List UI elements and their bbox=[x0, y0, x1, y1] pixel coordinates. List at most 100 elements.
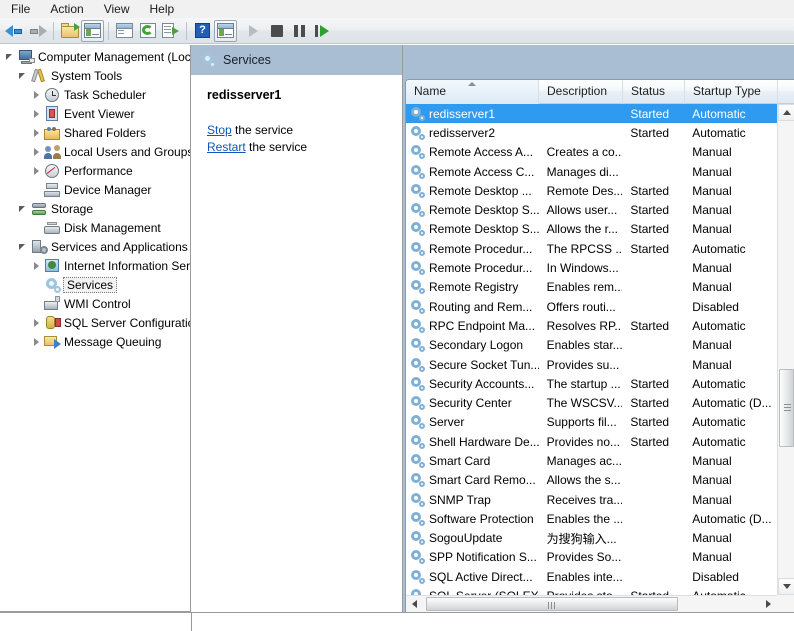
back-button[interactable] bbox=[3, 20, 26, 42]
refresh-button[interactable] bbox=[136, 20, 159, 42]
menu-help[interactable]: Help bbox=[141, 1, 184, 18]
column-header-label: Startup Type bbox=[693, 84, 761, 98]
horizontal-scrollbar[interactable] bbox=[406, 595, 777, 612]
table-row[interactable]: Secondary Logon Enables star... Manual bbox=[406, 336, 777, 355]
scroll-left-button[interactable] bbox=[406, 596, 423, 612]
tree-item-sql-server-configuratic[interactable]: SQL Server Configuratic bbox=[0, 313, 190, 332]
table-row[interactable]: Remote Procedur... In Windows... Manual bbox=[406, 258, 777, 277]
tree-item-local-users-and-groups[interactable]: Local Users and Groups bbox=[0, 142, 190, 161]
restart-service-text: the service bbox=[245, 140, 308, 154]
stop-service-link[interactable]: Stop bbox=[207, 123, 232, 137]
stop-service-button[interactable] bbox=[265, 20, 288, 42]
service-name-label: Software Protection bbox=[429, 511, 534, 526]
service-name-cell: Remote Procedur... bbox=[406, 241, 539, 256]
table-row[interactable]: SogouUpdate 为搜狗输入... Manual bbox=[406, 529, 777, 548]
table-row[interactable]: SQL Active Direct... Enables inte... Disab… bbox=[406, 567, 777, 586]
export-list-button[interactable] bbox=[159, 20, 182, 42]
tree-item-computer-management-local[interactable]: Computer Management (Local bbox=[0, 47, 190, 66]
table-row[interactable]: Remote Access A... Creates a co... Manual bbox=[406, 143, 777, 162]
table-row[interactable]: redisserver2 Started Automatic bbox=[406, 123, 777, 142]
chevron-right-icon[interactable] bbox=[30, 88, 43, 101]
service-startup-cell: Automatic bbox=[692, 106, 746, 121]
service-startup-cell: Manual bbox=[692, 222, 732, 237]
show-hide-console-tree-button[interactable] bbox=[81, 19, 104, 42]
scroll-right-button[interactable] bbox=[760, 596, 777, 612]
table-row[interactable]: Server Supports fil... Started Automatic bbox=[406, 413, 777, 432]
forward-button[interactable] bbox=[26, 20, 49, 42]
table-row[interactable]: Smart Card Remo... Allows the s... Manual bbox=[406, 471, 777, 490]
table-row[interactable]: Security Accounts... The startup ... Start… bbox=[406, 374, 777, 393]
chevron-right-icon[interactable] bbox=[30, 164, 43, 177]
chevron-down-icon[interactable] bbox=[17, 69, 30, 82]
column-header-name[interactable]: Name bbox=[406, 80, 539, 104]
help-button[interactable]: ? bbox=[191, 20, 214, 42]
tree-item-internet-information-ser[interactable]: Internet Information Ser bbox=[0, 256, 190, 275]
column-header-startup-type[interactable]: Startup Type bbox=[685, 80, 778, 104]
chevron-right-icon[interactable] bbox=[30, 259, 43, 272]
table-row[interactable]: SPP Notification S... Provides So... Manua… bbox=[406, 548, 777, 567]
chevron-right-icon[interactable] bbox=[30, 107, 43, 120]
tree-item-wmi-control[interactable]: WMI Control bbox=[0, 294, 190, 313]
vertical-scroll-thumb[interactable] bbox=[779, 369, 794, 447]
table-row[interactable]: Remote Access C... Manages di... Manual bbox=[406, 162, 777, 181]
tree-item-shared-folders[interactable]: Shared Folders bbox=[0, 123, 190, 142]
service-status-cell: Started bbox=[630, 203, 670, 218]
chevron-right-icon[interactable] bbox=[30, 126, 43, 139]
pause-service-button[interactable] bbox=[288, 20, 311, 42]
column-header-label: Description bbox=[547, 84, 608, 98]
tree-item-performance[interactable]: Performance bbox=[0, 161, 190, 180]
scroll-down-button[interactable] bbox=[778, 578, 794, 595]
chevron-right-icon[interactable] bbox=[30, 145, 43, 158]
up-one-level-button[interactable] bbox=[58, 20, 81, 42]
chevron-down-icon[interactable] bbox=[17, 240, 30, 253]
table-row[interactable]: Software Protection Enables the ... Automa… bbox=[406, 509, 777, 528]
properties-button[interactable] bbox=[113, 20, 136, 42]
chevron-down-icon[interactable] bbox=[17, 202, 30, 215]
restart-service-button[interactable] bbox=[311, 20, 334, 42]
msmq-icon bbox=[44, 334, 61, 350]
table-row[interactable]: Security Center The WSCSV... Started Automa… bbox=[406, 393, 777, 412]
table-row[interactable]: RPC Endpoint Ma... Resolves RP... Started A… bbox=[406, 316, 777, 335]
tree-item-services[interactable]: Services bbox=[0, 275, 190, 294]
start-service-button[interactable] bbox=[242, 20, 265, 42]
table-row[interactable]: Secure Socket Tun... Provides su... Manual bbox=[406, 355, 777, 374]
service-description-cell: The RPCSS ... bbox=[546, 241, 623, 256]
chevron-right-icon[interactable] bbox=[30, 316, 43, 329]
tree-item-storage[interactable]: Storage bbox=[0, 199, 190, 218]
tree-item-system-tools[interactable]: System Tools bbox=[0, 66, 190, 85]
tree-item-event-viewer[interactable]: Event Viewer bbox=[0, 104, 190, 123]
scroll-up-button[interactable] bbox=[778, 104, 794, 121]
tree-item-disk-management[interactable]: Disk Management bbox=[0, 218, 190, 237]
show-action-pane-button[interactable] bbox=[214, 19, 237, 42]
menu-action[interactable]: Action bbox=[41, 1, 92, 18]
service-name-label: Routing and Rem... bbox=[429, 299, 533, 314]
table-row[interactable]: redisserver1 Started Automatic bbox=[406, 104, 777, 124]
table-row[interactable]: Remote Desktop S... Allows the r... Starte… bbox=[406, 220, 777, 239]
tree-item-services-and-applications[interactable]: Services and Applications bbox=[0, 237, 190, 256]
chevron-down-icon[interactable] bbox=[4, 50, 17, 63]
menu-view[interactable]: View bbox=[95, 1, 139, 18]
horizontal-scroll-thumb[interactable] bbox=[426, 597, 678, 611]
vertical-scrollbar[interactable] bbox=[777, 104, 794, 595]
main-content: Computer Management (Local System Tools Ta… bbox=[0, 45, 794, 631]
table-row[interactable]: Remote Registry Enables rem... Manual bbox=[406, 278, 777, 297]
tree-item-message-queuing[interactable]: Message Queuing bbox=[0, 332, 190, 351]
table-row[interactable]: Shell Hardware De... Provides no... Starte… bbox=[406, 432, 777, 451]
tree-item-device-manager[interactable]: Device Manager bbox=[0, 180, 190, 199]
tree-item-task-scheduler[interactable]: Task Scheduler bbox=[0, 85, 190, 104]
table-row[interactable]: Remote Procedur... The RPCSS ... Started Au… bbox=[406, 239, 777, 258]
table-row[interactable]: Routing and Rem... Offers routi... Disable… bbox=[406, 297, 777, 316]
column-header-description[interactable]: Description bbox=[539, 80, 623, 104]
tree-item-label: Shared Folders bbox=[64, 125, 147, 140]
table-row[interactable]: SQL Server (SQLEX...Provides sto...Start… bbox=[406, 586, 777, 595]
chevron-right-icon[interactable] bbox=[30, 335, 43, 348]
table-row[interactable]: Remote Desktop ... Remote Des... Started Ma… bbox=[406, 181, 777, 200]
menu-file[interactable]: File bbox=[2, 1, 39, 18]
back-arrow-icon bbox=[5, 24, 24, 38]
table-row[interactable]: Smart Card Manages ac... Manual bbox=[406, 451, 777, 470]
table-row[interactable]: Remote Desktop S... Allows user... Started… bbox=[406, 200, 777, 219]
column-header-status[interactable]: Status bbox=[623, 80, 685, 104]
service-startup-cell: Manual bbox=[692, 164, 732, 179]
restart-service-link[interactable]: Restart bbox=[207, 140, 246, 154]
table-row[interactable]: SNMP Trap Receives tra... Manual bbox=[406, 490, 777, 509]
